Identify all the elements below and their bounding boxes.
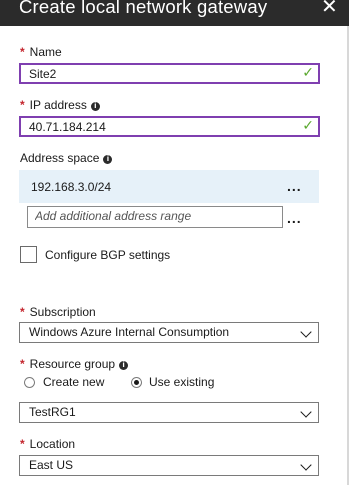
close-icon[interactable]: ✕ bbox=[321, 0, 338, 18]
blade-header: Create local network gateway ✕ bbox=[0, 0, 349, 26]
info-icon[interactable]: i bbox=[119, 361, 129, 370]
info-icon[interactable]: i bbox=[103, 155, 113, 164]
address-space-label: Address space i bbox=[20, 151, 113, 165]
required-marker: * bbox=[20, 98, 25, 112]
ip-address-value: 40.71.184.214 bbox=[29, 120, 106, 134]
create-new-label[interactable]: Create new bbox=[43, 375, 104, 389]
checkmark-icon: ✓ bbox=[302, 64, 314, 80]
required-marker: * bbox=[20, 45, 25, 59]
checkmark-icon: ✓ bbox=[302, 117, 314, 133]
required-marker: * bbox=[20, 437, 25, 451]
name-value: Site2 bbox=[29, 67, 57, 81]
configure-bgp-checkbox[interactable] bbox=[20, 246, 37, 263]
subscription-value: Windows Azure Internal Consumption bbox=[29, 325, 230, 339]
location-label: * Location bbox=[20, 437, 76, 451]
configure-bgp-label: Configure BGP settings bbox=[45, 248, 171, 262]
use-existing-label[interactable]: Use existing bbox=[149, 375, 214, 389]
ip-address-label: * IP address i bbox=[20, 98, 100, 112]
more-options-icon[interactable]: ... bbox=[287, 178, 302, 194]
name-label: * Name bbox=[20, 45, 62, 59]
info-icon[interactable]: i bbox=[90, 102, 100, 111]
name-field[interactable]: Site2 ✓ bbox=[19, 63, 320, 84]
address-space-value: 192.168.3.0/24 bbox=[31, 180, 112, 194]
create-new-radio[interactable] bbox=[24, 377, 35, 388]
subscription-label: * Subscription bbox=[20, 305, 96, 319]
location-value: East US bbox=[29, 458, 74, 472]
location-dropdown[interactable]: East US bbox=[19, 455, 319, 476]
required-marker: * bbox=[20, 357, 25, 371]
add-address-range-input[interactable] bbox=[35, 207, 275, 225]
resource-group-value: TestRG1 bbox=[29, 405, 76, 419]
required-marker: * bbox=[20, 305, 25, 319]
chevron-down-icon bbox=[300, 406, 312, 418]
use-existing-radio[interactable] bbox=[131, 377, 142, 388]
ip-address-field[interactable]: 40.71.184.214 ✓ bbox=[19, 116, 320, 137]
resource-group-dropdown[interactable]: TestRG1 bbox=[19, 402, 319, 423]
resource-group-label: * Resource group i bbox=[20, 357, 129, 371]
more-options-icon[interactable]: ... bbox=[287, 210, 302, 226]
chevron-down-icon bbox=[300, 459, 312, 471]
subscription-dropdown[interactable]: Windows Azure Internal Consumption bbox=[19, 322, 319, 343]
address-space-row[interactable]: 192.168.3.0/24 ... bbox=[19, 170, 319, 203]
add-address-range-field[interactable] bbox=[27, 206, 283, 228]
chevron-down-icon bbox=[300, 326, 312, 338]
blade-title: Create local network gateway bbox=[19, 0, 268, 17]
